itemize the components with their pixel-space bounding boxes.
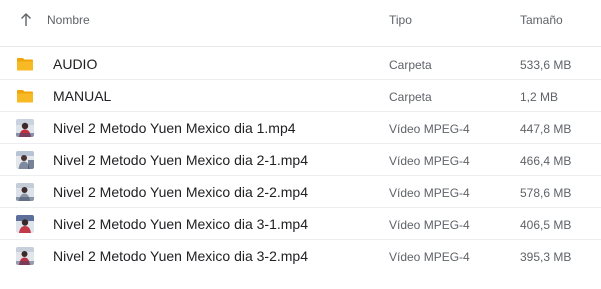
file-name: MANUAL xyxy=(53,88,112,104)
file-name: Nivel 2 Metodo Yuen Mexico dia 2-2.mp4 xyxy=(53,184,308,200)
file-name: AUDIO xyxy=(53,56,98,72)
file-type: Vídeo MPEG-4 xyxy=(389,154,470,168)
video-thumbnail-icon xyxy=(16,151,34,169)
file-rows: AUDIO Carpeta 533,6 MB MANUAL Carpeta 1,… xyxy=(0,48,601,272)
folder-icon xyxy=(16,87,34,105)
arrow-up-icon[interactable] xyxy=(19,12,33,28)
table-row[interactable]: Nivel 2 Metodo Yuen Mexico dia 3-1.mp4 V… xyxy=(0,208,601,240)
file-type: Carpeta xyxy=(389,58,432,72)
file-type: Carpeta xyxy=(389,90,432,104)
file-name: Nivel 2 Metodo Yuen Mexico dia 2-1.mp4 xyxy=(53,152,308,168)
video-thumbnail-icon xyxy=(16,183,34,201)
file-list-header: Nombre Tipo Tamaño xyxy=(0,0,601,47)
table-row[interactable]: Nivel 2 Metodo Yuen Mexico dia 2-2.mp4 V… xyxy=(0,176,601,208)
file-name: Nivel 2 Metodo Yuen Mexico dia 3-1.mp4 xyxy=(53,216,308,232)
file-size: 447,8 MB xyxy=(520,122,572,136)
video-thumbnail-icon xyxy=(16,215,34,233)
column-header-size[interactable]: Tamaño xyxy=(520,13,563,27)
video-thumbnail-icon xyxy=(16,119,34,137)
column-header-name[interactable]: Nombre xyxy=(47,13,90,27)
table-row[interactable]: Nivel 2 Metodo Yuen Mexico dia 2-1.mp4 V… xyxy=(0,144,601,176)
file-size: 578,6 MB xyxy=(520,186,572,200)
file-type: Vídeo MPEG-4 xyxy=(389,218,470,232)
table-row[interactable]: MANUAL Carpeta 1,2 MB xyxy=(0,80,601,112)
file-type: Vídeo MPEG-4 xyxy=(389,250,470,264)
file-size: 395,3 MB xyxy=(520,250,572,264)
file-size: 533,6 MB xyxy=(520,58,572,72)
file-name: Nivel 2 Metodo Yuen Mexico dia 1.mp4 xyxy=(53,120,296,136)
file-size: 406,5 MB xyxy=(520,218,572,232)
file-list: Nombre Tipo Tamaño AUDIO Carpeta 533,6 M… xyxy=(0,0,601,265)
file-name: Nivel 2 Metodo Yuen Mexico dia 3-2.mp4 xyxy=(53,248,308,264)
table-row[interactable]: AUDIO Carpeta 533,6 MB xyxy=(0,48,601,80)
table-row[interactable]: Nivel 2 Metodo Yuen Mexico dia 3-2.mp4 V… xyxy=(0,240,601,272)
video-thumbnail-icon xyxy=(16,247,34,265)
column-header-type[interactable]: Tipo xyxy=(389,13,412,27)
folder-icon xyxy=(16,55,34,73)
file-size: 1,2 MB xyxy=(520,90,559,104)
table-row[interactable]: Nivel 2 Metodo Yuen Mexico dia 1.mp4 Víd… xyxy=(0,112,601,144)
file-type: Vídeo MPEG-4 xyxy=(389,122,470,136)
file-size: 466,4 MB xyxy=(520,154,572,168)
file-type: Vídeo MPEG-4 xyxy=(389,186,470,200)
